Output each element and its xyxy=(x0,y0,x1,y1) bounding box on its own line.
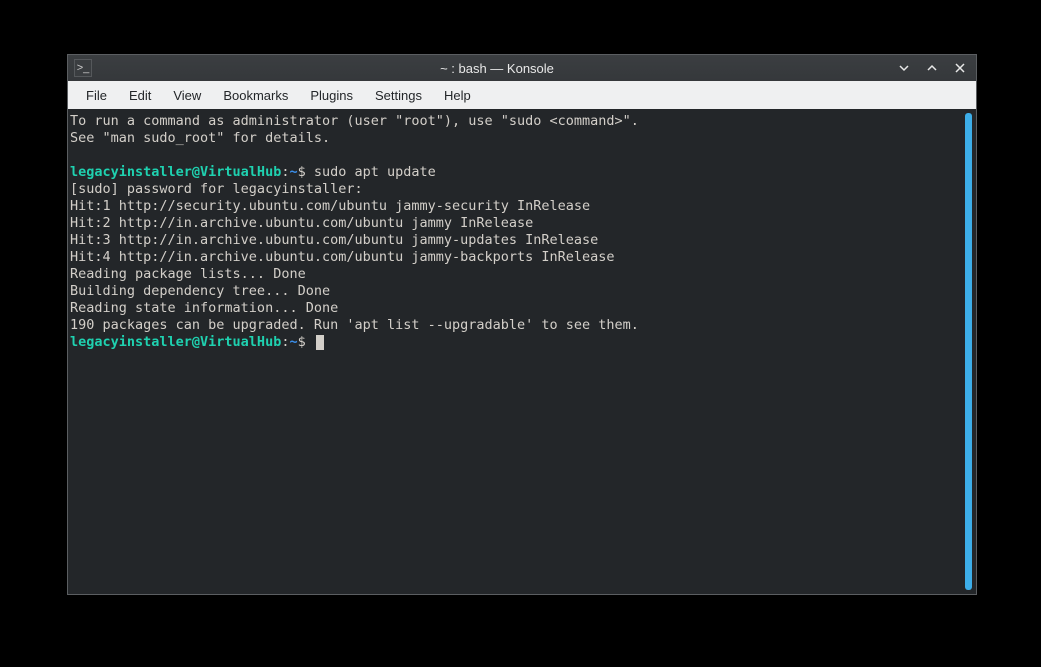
menu-settings[interactable]: Settings xyxy=(365,84,432,107)
window-controls xyxy=(894,58,970,78)
prompt-userhost: legacyinstaller@VirtualHub xyxy=(70,164,281,180)
prompt-symbol: $ xyxy=(298,164,314,180)
prompt-path: ~ xyxy=(289,334,297,350)
terminal-line: Hit:4 http://in.archive.ubuntu.com/ubunt… xyxy=(70,249,615,265)
cursor xyxy=(316,335,324,350)
terminal-line: See "man sudo_root" for details. xyxy=(70,130,330,146)
app-icon: >_ xyxy=(74,59,92,77)
menu-file[interactable]: File xyxy=(76,84,117,107)
scrollbar[interactable] xyxy=(965,113,972,590)
terminal-line: Reading state information... Done xyxy=(70,300,338,316)
prompt-userhost: legacyinstaller@VirtualHub xyxy=(70,334,281,350)
menu-edit[interactable]: Edit xyxy=(119,84,161,107)
terminal-line: Hit:1 http://security.ubuntu.com/ubuntu … xyxy=(70,198,590,214)
terminal[interactable]: To run a command as administrator (user … xyxy=(68,109,965,594)
command-text: sudo apt update xyxy=(314,164,436,180)
menu-help[interactable]: Help xyxy=(434,84,481,107)
prompt-path: ~ xyxy=(289,164,297,180)
titlebar: >_ ~ : bash — Konsole xyxy=(68,55,976,81)
konsole-window: >_ ~ : bash — Konsole File Edit View Boo… xyxy=(67,54,977,595)
menu-bookmarks[interactable]: Bookmarks xyxy=(213,84,298,107)
terminal-area: To run a command as administrator (user … xyxy=(68,109,976,594)
close-button[interactable] xyxy=(950,58,970,78)
terminal-line: To run a command as administrator (user … xyxy=(70,113,639,129)
terminal-line: 190 packages can be upgraded. Run 'apt l… xyxy=(70,317,639,333)
menubar: File Edit View Bookmarks Plugins Setting… xyxy=(68,81,976,109)
close-icon xyxy=(954,62,966,74)
menu-plugins[interactable]: Plugins xyxy=(300,84,363,107)
terminal-line: Building dependency tree... Done xyxy=(70,283,330,299)
terminal-line: Hit:2 http://in.archive.ubuntu.com/ubunt… xyxy=(70,215,533,231)
chevron-up-icon xyxy=(926,62,938,74)
maximize-button[interactable] xyxy=(922,58,942,78)
terminal-line: [sudo] password for legacyinstaller: xyxy=(70,181,363,197)
window-title: ~ : bash — Konsole xyxy=(100,61,894,76)
terminal-line: Reading package lists... Done xyxy=(70,266,306,282)
terminal-line: Hit:3 http://in.archive.ubuntu.com/ubunt… xyxy=(70,232,598,248)
minimize-button[interactable] xyxy=(894,58,914,78)
chevron-down-icon xyxy=(898,62,910,74)
prompt-symbol: $ xyxy=(298,334,314,350)
menu-view[interactable]: View xyxy=(163,84,211,107)
